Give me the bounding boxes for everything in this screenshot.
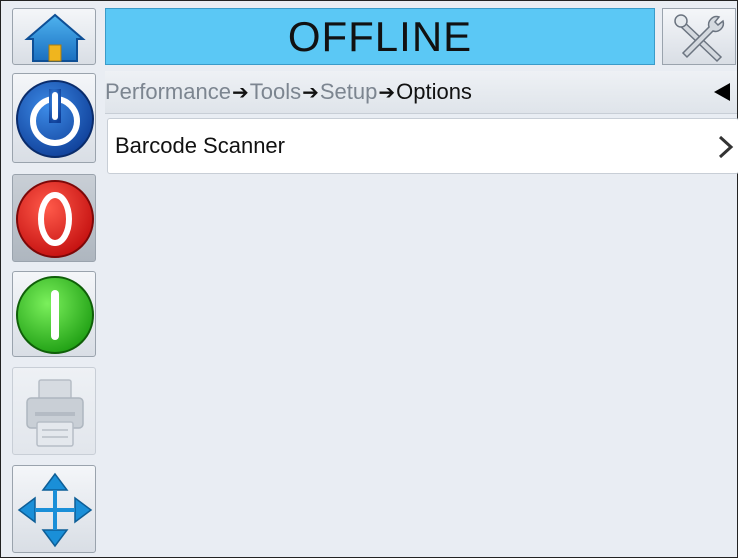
navigation-button[interactable] [12, 465, 96, 553]
tools-icon [674, 14, 725, 63]
breadcrumb-separator: ➔ [302, 81, 319, 104]
printer-icon [26, 379, 84, 447]
stop-icon [16, 180, 94, 258]
power-icon [16, 80, 94, 158]
printer-status-bar: OFFLINE [105, 8, 655, 65]
printer-status-text: OFFLINE [287, 12, 473, 60]
tools-button[interactable] [662, 8, 736, 65]
printer-screen: OFFLINE Performance ➔ Tools ➔ Setup ➔ Op… [0, 0, 738, 558]
breadcrumb-item-tools[interactable]: Tools [250, 79, 301, 105]
stop-button[interactable] [12, 174, 96, 262]
breadcrumb: Performance ➔ Tools ➔ Setup ➔ Options [105, 71, 737, 114]
navigation-arrows-icon [17, 472, 93, 548]
start-button[interactable] [12, 271, 96, 357]
list-item-barcode-scanner[interactable]: Barcode Scanner [107, 118, 738, 174]
back-arrow-icon[interactable] [710, 80, 734, 104]
breadcrumb-item-setup[interactable]: Setup [320, 79, 378, 105]
home-icon [24, 13, 86, 62]
home-button[interactable] [12, 8, 96, 65]
breadcrumb-separator: ➔ [231, 81, 249, 104]
breadcrumb-separator: ➔ [378, 81, 396, 104]
breadcrumb-item-options: Options [396, 79, 472, 104]
breadcrumb-item-performance[interactable]: Performance [105, 79, 231, 105]
chevron-right-icon [718, 135, 734, 159]
power-button[interactable] [12, 73, 96, 163]
list-item-label: Barcode Scanner [115, 133, 285, 158]
start-icon [16, 276, 94, 354]
print-button[interactable] [12, 367, 96, 455]
